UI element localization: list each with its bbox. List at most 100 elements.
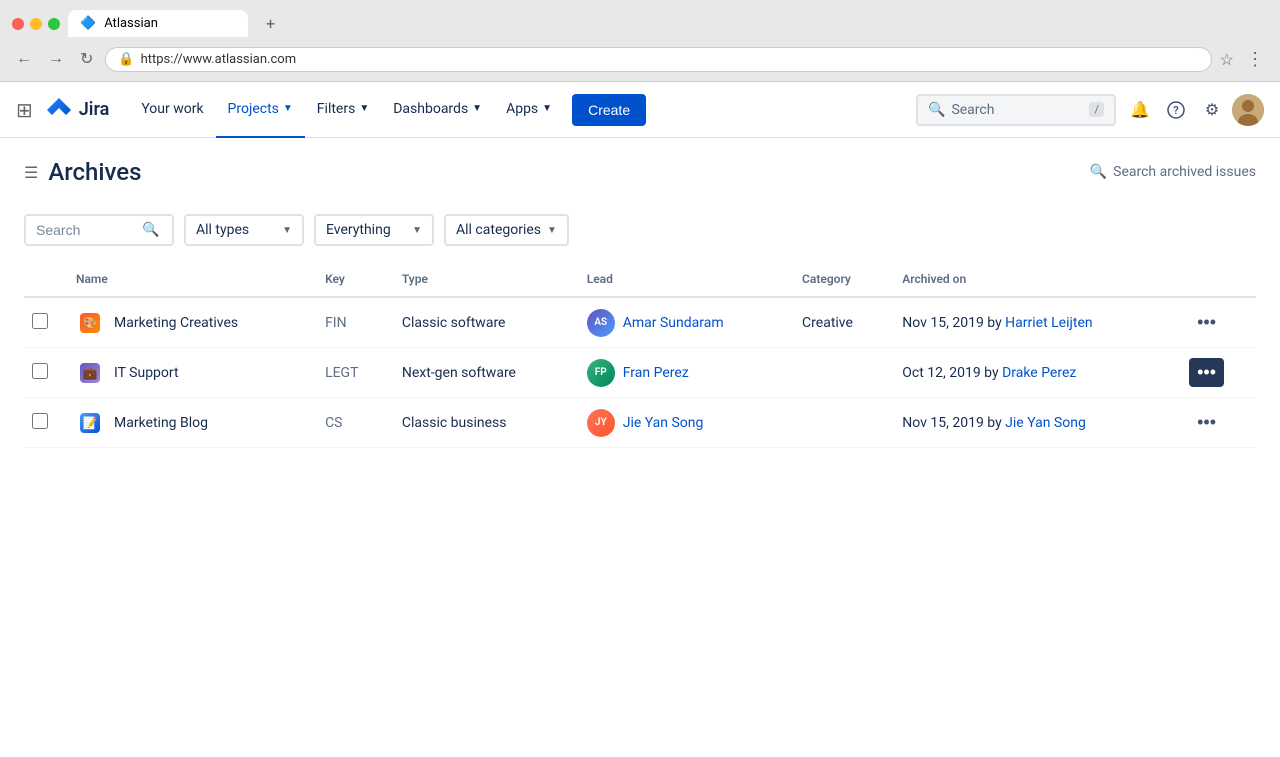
lead-name[interactable]: Amar Sundaram — [623, 315, 724, 331]
type-filter-label: All types — [196, 222, 276, 238]
search-icon: 🔍 — [928, 102, 945, 118]
projects-table: Name Key Type Lead Category Archived on … — [24, 262, 1256, 448]
row-key-cell: CS — [313, 398, 390, 448]
global-search-bar[interactable]: 🔍 Search / — [916, 94, 1116, 126]
archived-by[interactable]: Drake Perez — [1002, 365, 1076, 381]
type-filter[interactable]: All types ▼ — [184, 214, 304, 246]
nav-filters[interactable]: Filters ▼ — [305, 82, 381, 138]
filters-caret-icon: ▼ — [359, 103, 369, 114]
row-checkbox[interactable] — [32, 313, 48, 329]
jira-navbar: ⊞ Jira Your work Projects ▼ Filters ▼ Da… — [0, 82, 1280, 138]
row-type-cell: Classic software — [390, 297, 575, 348]
forward-button[interactable]: → — [44, 46, 68, 72]
row-checkbox-cell — [24, 398, 64, 448]
lead-name[interactable]: Fran Perez — [623, 365, 689, 381]
minimize-window-button[interactable] — [30, 18, 42, 30]
browser-window-controls — [12, 18, 60, 30]
help-button[interactable]: ? — [1160, 94, 1192, 126]
new-tab-button[interactable]: + — [256, 8, 285, 39]
search-shortcut: / — [1089, 102, 1104, 117]
row-name-cell: 📝 Marketing Blog — [64, 398, 313, 448]
svg-text:📝: 📝 — [83, 416, 98, 430]
type-filter-caret-icon: ▼ — [282, 225, 292, 236]
tab-favicon: 🔷 — [80, 16, 96, 31]
svg-text:🎨: 🎨 — [83, 315, 98, 330]
row-checkbox[interactable] — [32, 363, 48, 379]
row-actions-cell: ••• — [1177, 398, 1256, 448]
archived-date: Nov 15, 2019 by — [902, 315, 1005, 331]
user-avatar[interactable] — [1232, 94, 1264, 126]
project-key: CS — [325, 415, 342, 431]
col-category: Category — [790, 262, 890, 297]
row-archived-cell: Nov 15, 2019 by Jie Yan Song — [890, 398, 1177, 448]
dashboards-caret-icon: ▼ — [472, 103, 482, 114]
search-archived-link[interactable]: 🔍 Search archived issues — [1090, 164, 1256, 180]
project-search-filter[interactable]: 🔍 — [24, 214, 174, 246]
row-actions-button[interactable]: ••• — [1189, 358, 1224, 387]
col-actions — [1177, 262, 1256, 297]
row-actions-cell: ••• — [1177, 348, 1256, 398]
jira-logo-icon — [45, 96, 73, 124]
project-name: Marketing Creatives — [114, 315, 238, 331]
row-lead-cell: JY Jie Yan Song — [575, 398, 790, 448]
browser-addressbar: ← → ↻ 🔒 https://www.atlassian.com ☆ ⋮ — [0, 39, 1280, 81]
project-type: Classic software — [402, 315, 506, 331]
row-actions-button[interactable]: ••• — [1189, 308, 1224, 337]
nav-apps[interactable]: Apps ▼ — [494, 82, 564, 138]
archives-title-wrap: ☰ Archives — [24, 158, 1090, 186]
categories-filter-caret-icon: ▼ — [547, 225, 557, 236]
create-button[interactable]: Create — [572, 94, 646, 126]
back-button[interactable]: ← — [12, 46, 36, 72]
close-window-button[interactable] — [12, 18, 24, 30]
jira-logo[interactable]: Jira — [45, 96, 110, 124]
refresh-button[interactable]: ↻ — [76, 45, 97, 73]
row-checkbox[interactable] — [32, 413, 48, 429]
row-key-cell: FIN — [313, 297, 390, 348]
project-icon: 💼 — [76, 359, 104, 387]
row-archived-cell: Oct 12, 2019 by Drake Perez — [890, 348, 1177, 398]
checkbox-header — [24, 262, 64, 297]
everything-filter-caret-icon: ▼ — [412, 225, 422, 236]
col-archived-on: Archived on — [890, 262, 1177, 297]
browser-chrome: 🔷 Atlassian + ← → ↻ 🔒 https://www.atlass… — [0, 0, 1280, 82]
project-type: Classic business — [402, 415, 507, 431]
nav-your-work[interactable]: Your work — [129, 82, 215, 138]
archived-date: Nov 15, 2019 by — [902, 415, 1005, 431]
archived-by[interactable]: Harriet Leijten — [1005, 315, 1092, 331]
project-category: Creative — [802, 315, 853, 331]
table-header-row: Name Key Type Lead Category Archived on — [24, 262, 1256, 297]
user-avatar-image — [1232, 94, 1264, 126]
archived-by[interactable]: Jie Yan Song — [1005, 415, 1086, 431]
search-archived-label: Search archived issues — [1113, 164, 1256, 180]
tab-title: Atlassian — [104, 16, 158, 31]
browser-tab[interactable]: 🔷 Atlassian — [68, 10, 248, 37]
everything-filter[interactable]: Everything ▼ — [314, 214, 434, 246]
grid-menu-icon[interactable]: ⊞ — [16, 98, 33, 122]
row-checkbox-cell — [24, 348, 64, 398]
row-category-cell — [790, 398, 890, 448]
categories-filter-label: All categories — [456, 222, 541, 238]
table-row: 💼 IT Support LEGT Next-gen software FP F… — [24, 348, 1256, 398]
settings-button[interactable]: ⚙ — [1196, 94, 1228, 126]
row-actions-cell: ••• — [1177, 297, 1256, 348]
bookmark-icon[interactable]: ☆ — [1220, 50, 1234, 69]
categories-filter[interactable]: All categories ▼ — [444, 214, 569, 246]
browser-menu-icon[interactable]: ⋮ — [1242, 49, 1268, 70]
table-row: 📝 Marketing Blog CS Classic business JY … — [24, 398, 1256, 448]
notifications-button[interactable]: 🔔 — [1124, 94, 1156, 126]
svg-text:💼: 💼 — [83, 366, 98, 380]
filters-bar: 🔍 All types ▼ Everything ▼ All categorie… — [0, 202, 1280, 262]
table-row: 🎨 Marketing Creatives FIN Classic softwa… — [24, 297, 1256, 348]
url-bar[interactable]: 🔒 https://www.atlassian.com — [105, 47, 1211, 72]
lead-name[interactable]: Jie Yan Song — [623, 415, 704, 431]
lead-avatar: AS — [587, 309, 615, 337]
nav-dashboards[interactable]: Dashboards ▼ — [381, 82, 494, 138]
row-archived-cell: Nov 15, 2019 by Harriet Leijten — [890, 297, 1177, 348]
nav-projects[interactable]: Projects ▼ — [216, 82, 305, 138]
projects-caret-icon: ▼ — [283, 103, 293, 114]
row-actions-button[interactable]: ••• — [1189, 408, 1224, 437]
search-input[interactable] — [36, 222, 136, 238]
maximize-window-button[interactable] — [48, 18, 60, 30]
sidebar-toggle-icon[interactable]: ☰ — [24, 163, 38, 182]
row-type-cell: Classic business — [390, 398, 575, 448]
